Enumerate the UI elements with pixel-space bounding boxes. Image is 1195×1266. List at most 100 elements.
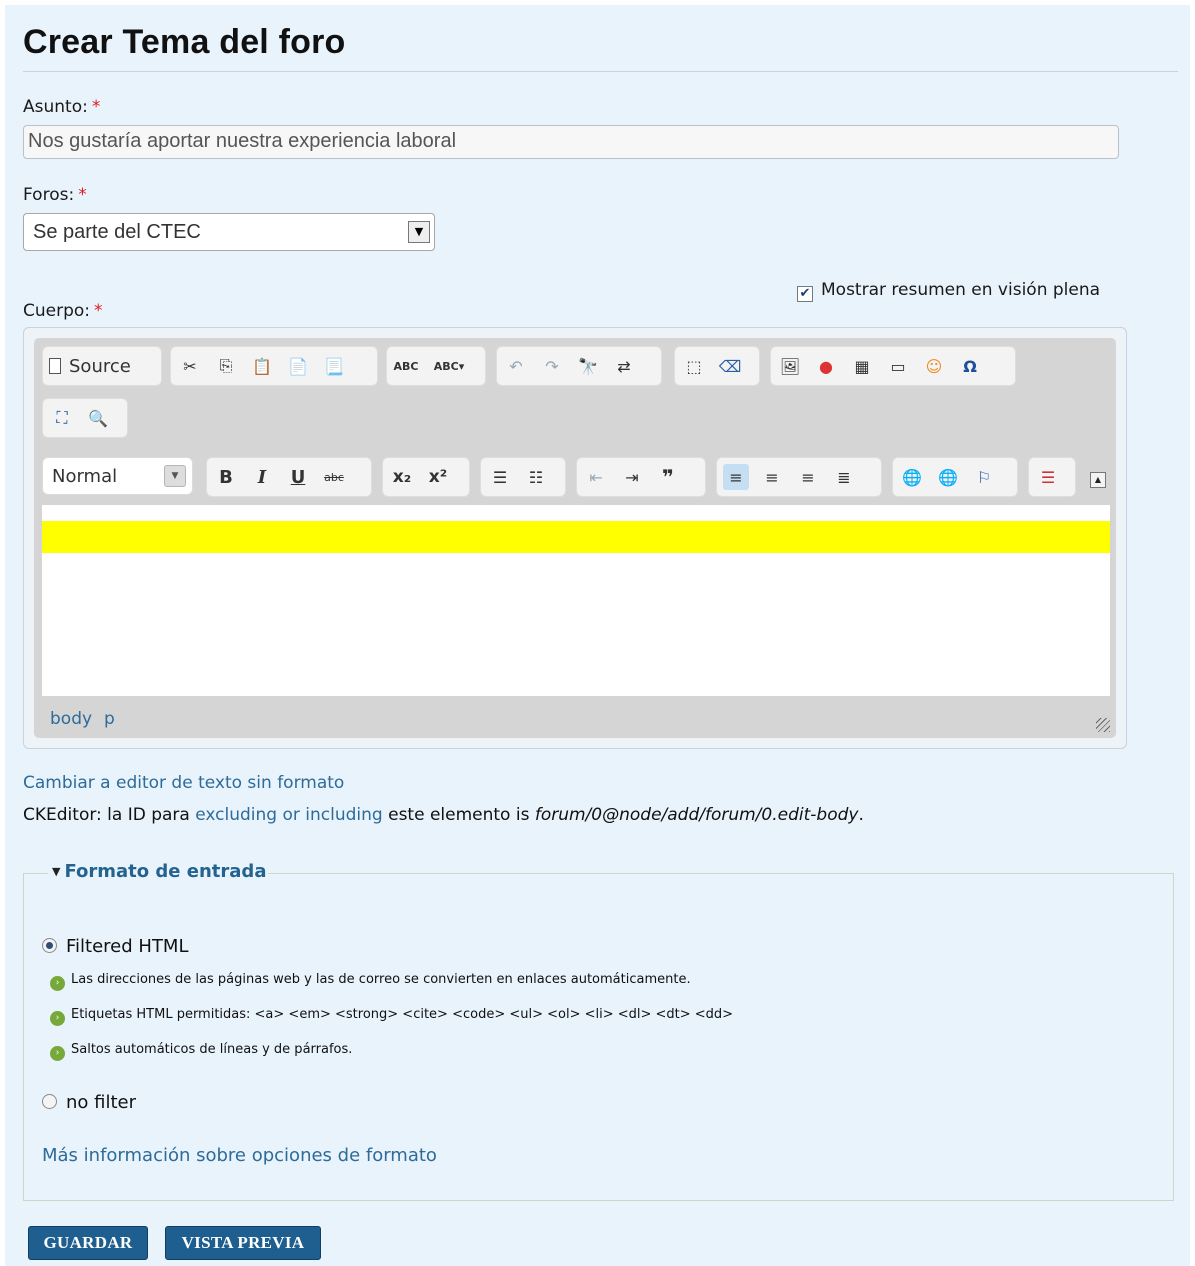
arrow-bullet-icon: › (50, 1011, 65, 1026)
align-center-icon[interactable]: ≡ (759, 464, 785, 490)
required-mark: * (94, 301, 103, 321)
eraser-icon[interactable]: ⌫ (717, 353, 743, 379)
toolbar-group-pagebreak: ☰ (1028, 457, 1076, 497)
scayt-icon[interactable]: ABC▾ (429, 353, 469, 379)
resize-handle[interactable] (1096, 718, 1110, 732)
italic-icon[interactable]: I (249, 464, 275, 490)
numbered-list-icon[interactable]: ☰ (487, 464, 513, 490)
excluding-including-link[interactable]: excluding or including (195, 805, 382, 825)
replace-icon[interactable]: ⇄ (611, 353, 637, 379)
toolbar-group-clipboard: ✂ ⎘ 📋 📄 📃 (170, 346, 378, 386)
unlink-icon[interactable]: 🌐 (935, 464, 961, 490)
strike-icon[interactable]: abc (321, 464, 347, 490)
element-path: body p (50, 709, 127, 729)
chevron-down-icon[interactable]: ▼ (408, 221, 430, 243)
format-option-filtered-html[interactable]: Filtered HTML (42, 936, 189, 957)
subject-input[interactable]: Nos gustaría aportar nuestra experiencia… (23, 125, 1119, 159)
flash-icon[interactable]: ● (813, 353, 839, 379)
toolbar-group-insert: 🖼 ● ▦ ▭ ☺ Ω (770, 346, 1016, 386)
format-tip: › Etiquetas HTML permitidas: <a> <em> <st… (50, 1007, 733, 1026)
triangle-down-icon: ▼ (52, 865, 61, 878)
smiley-icon[interactable]: ☺ (921, 353, 947, 379)
align-justify-icon[interactable]: ≣ (831, 464, 857, 490)
forums-select[interactable]: Se parte del CTEC ▼ (23, 213, 435, 251)
element-id: forum/0@node/add/forum/0.edit-body (534, 805, 859, 825)
ckeditor: Source ✂ ⎘ 📋 📄 📃 ABC ABC▾ ↶ ↷ 🔭 ⇄ ⬚ ⌫ 🖼 … (34, 338, 1116, 738)
find-icon[interactable]: 🔭 (575, 353, 601, 379)
required-mark: * (78, 185, 87, 205)
horizontal-rule-icon[interactable]: ▭ (885, 353, 911, 379)
collapse-toolbar-icon[interactable]: ▲ (1090, 472, 1106, 488)
forums-select-value: Se parte del CTEC (33, 221, 201, 243)
toolbar-group-spell: ABC ABC▾ (386, 346, 486, 386)
bulleted-list-icon[interactable]: ☷ (523, 464, 549, 490)
select-all-icon[interactable]: ⬚ (681, 353, 707, 379)
image-icon[interactable]: 🖼 (777, 353, 803, 379)
teaser-checkbox-row[interactable]: ✔ Mostrar resumen en visión plena (797, 280, 1100, 302)
toolbar-group-lists: ☰ ☷ (480, 457, 566, 497)
arrow-bullet-icon: › (50, 976, 65, 991)
toolbar-group-indent: ⇤ ⇥ ❞ (576, 457, 706, 497)
input-format-legend[interactable]: ▼ Formato de entrada (48, 861, 269, 882)
spellcheck-icon[interactable]: ABC (393, 353, 419, 379)
toolbar-group-edit: ↶ ↷ 🔭 ⇄ (496, 346, 662, 386)
input-format-fieldset: ▼ Formato de entrada Filtered HTML › Las d… (23, 861, 1174, 1201)
radio-filtered-html[interactable] (42, 938, 57, 953)
omega-icon[interactable]: Ω (957, 353, 983, 379)
outdent-icon[interactable]: ⇤ (583, 464, 609, 490)
format-select[interactable]: Normal ▼ (42, 457, 193, 495)
bold-icon[interactable]: B (213, 464, 239, 490)
paste-icon[interactable]: 📋 (249, 353, 275, 379)
save-button[interactable]: GUARDAR (28, 1226, 148, 1260)
preview-button[interactable]: VISTA PREVIA (165, 1226, 321, 1260)
teaser-checkbox-label: Mostrar resumen en visión plena (821, 280, 1101, 300)
link-icon[interactable]: 🌐 (899, 464, 925, 490)
toolbar-group-select: ⬚ ⌫ (674, 346, 760, 386)
align-left-icon[interactable]: ≡ (723, 464, 749, 490)
source-icon (49, 358, 61, 374)
highlighted-line (42, 521, 1110, 553)
redo-icon[interactable]: ↷ (539, 353, 565, 379)
ckeditor-note: CKEditor: la ID para excluding or includ… (23, 805, 864, 825)
align-right-icon[interactable]: ≡ (795, 464, 821, 490)
page-title: Crear Tema del foro (23, 23, 346, 61)
page-break-icon[interactable]: ☰ (1035, 464, 1061, 490)
table-icon[interactable]: ▦ (849, 353, 875, 379)
toolbar-group-script: x₂ x² (382, 457, 470, 497)
show-blocks-icon[interactable]: 🔍 (85, 405, 111, 431)
subscript-icon[interactable]: x₂ (389, 464, 415, 490)
underline-icon[interactable]: U (285, 464, 311, 490)
maximize-icon[interactable]: ⛶ (49, 405, 75, 431)
format-tip: › Las direcciones de las páginas web y la… (50, 972, 691, 991)
superscript-icon[interactable]: x² (425, 464, 451, 490)
path-body[interactable]: body (50, 709, 92, 729)
format-select-value: Normal (52, 466, 118, 487)
paste-text-icon[interactable]: 📄 (285, 353, 311, 379)
radio-no-filter[interactable] (42, 1094, 57, 1109)
plain-text-editor-link[interactable]: Cambiar a editor de texto sin formato (23, 773, 344, 793)
toolbar-group-source: Source (42, 346, 162, 386)
chevron-down-icon[interactable]: ▼ (164, 465, 186, 487)
toolbar-group-tools: ⛶ 🔍 (42, 398, 128, 438)
paste-word-icon[interactable]: 📃 (321, 353, 347, 379)
toolbar-group-links: 🌐 🌐 ⚐ (892, 457, 1018, 497)
copy-icon[interactable]: ⎘ (213, 353, 239, 379)
page: Crear Tema del foro Asunto: * Nos gustarí… (5, 5, 1190, 1266)
toolbar-group-basic: B I U abc (206, 457, 372, 497)
format-option-no-filter[interactable]: no filter (42, 1092, 136, 1113)
format-more-info-link[interactable]: Más información sobre opciones de format… (42, 1145, 437, 1166)
arrow-bullet-icon: › (50, 1046, 65, 1061)
teaser-checkbox[interactable]: ✔ (797, 286, 813, 302)
anchor-flag-icon[interactable]: ⚐ (971, 464, 997, 490)
blockquote-icon[interactable]: ❞ (655, 464, 681, 490)
undo-icon[interactable]: ↶ (503, 353, 529, 379)
scissors-icon[interactable]: ✂ (177, 353, 203, 379)
source-button[interactable]: Source (49, 356, 131, 377)
path-p[interactable]: p (104, 709, 115, 729)
title-divider (23, 71, 1178, 72)
editor-wrapper: Source ✂ ⎘ 📋 📄 📃 ABC ABC▾ ↶ ↷ 🔭 ⇄ ⬚ ⌫ 🖼 … (23, 327, 1127, 749)
editor-content-area[interactable] (42, 505, 1110, 696)
toolbar-group-align: ≡ ≡ ≡ ≣ (716, 457, 882, 497)
format-tip: › Saltos automáticos de líneas y de párra… (50, 1042, 352, 1061)
indent-icon[interactable]: ⇥ (619, 464, 645, 490)
